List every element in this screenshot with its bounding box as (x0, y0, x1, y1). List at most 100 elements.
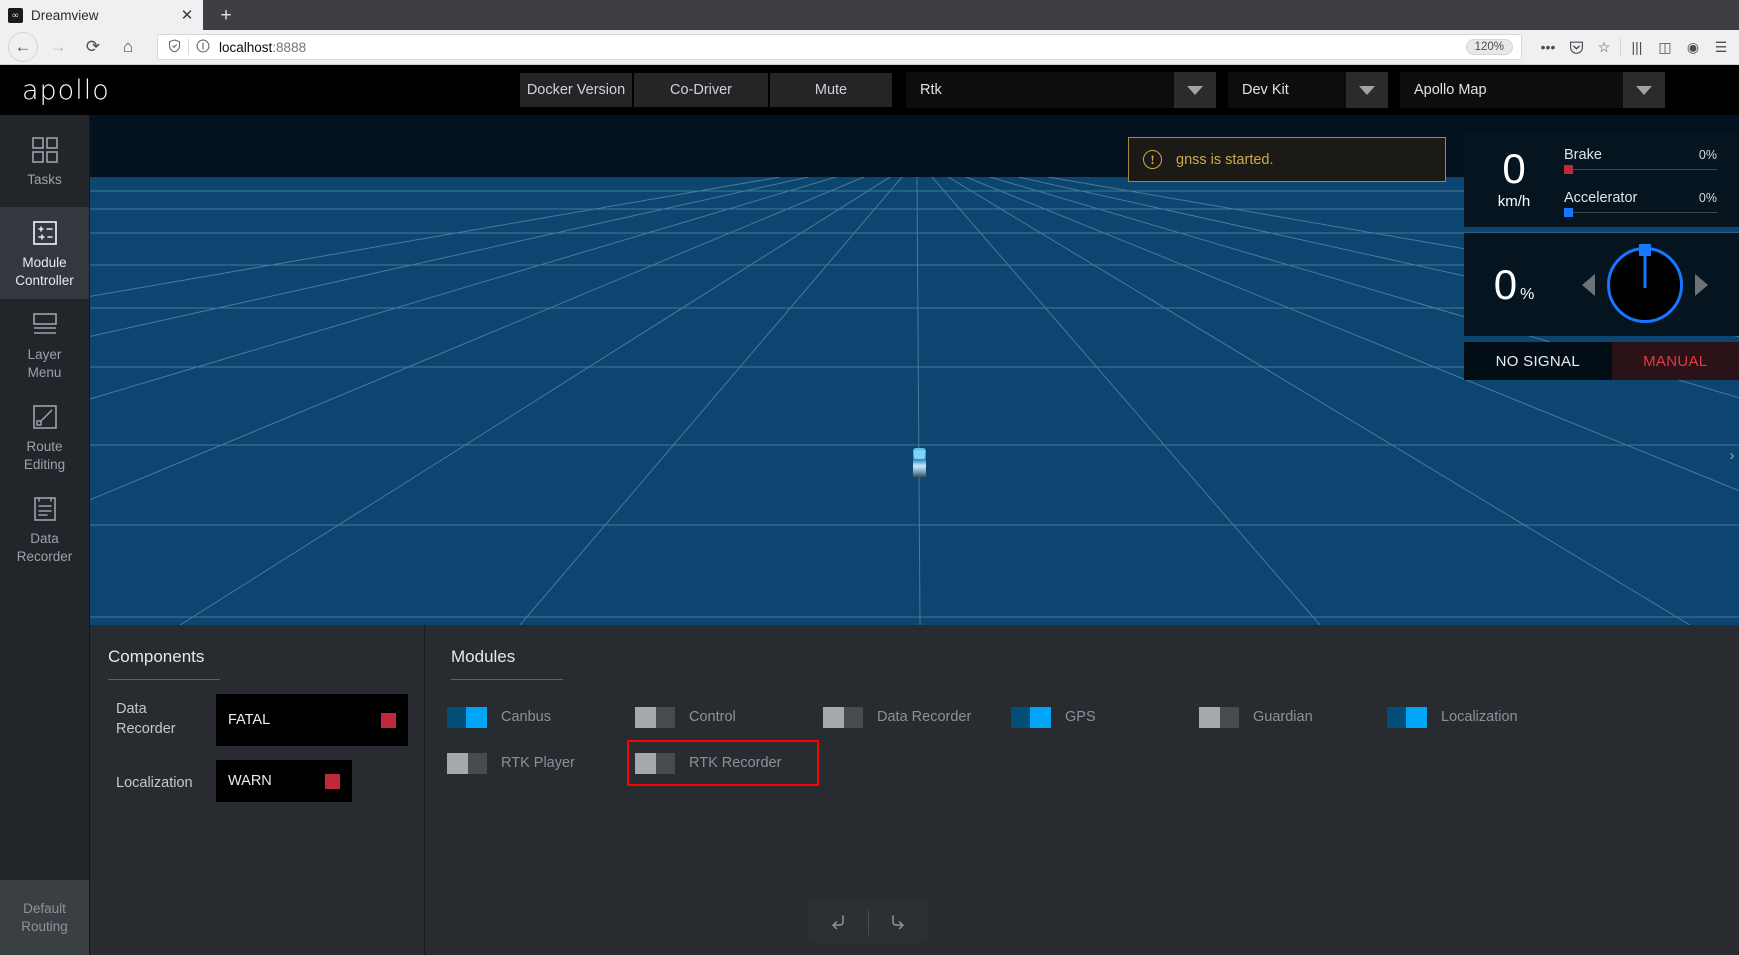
toggle-switch[interactable] (1387, 706, 1427, 728)
modules-panel: Modules Canbus Control Data Recorder GPS… (425, 625, 1739, 955)
sidebar-toggle-icon[interactable]: ◫ (1651, 33, 1679, 61)
zoom-level-badge[interactable]: 120% (1465, 39, 1513, 55)
apollo-header: apollo Docker Version Co-Driver Mute Rtk… (0, 65, 1739, 115)
sidebar-item-default-routing[interactable]: Default Routing (0, 880, 89, 955)
co-driver-button[interactable]: Co-Driver (634, 73, 768, 107)
sidebar-item-module-controller[interactable]: Module Controller (0, 207, 89, 299)
toggle-switch[interactable] (447, 706, 487, 728)
address-bar[interactable]: localhost:8888 120% (157, 34, 1522, 60)
hamburger-menu-icon[interactable]: ☰ (1707, 33, 1735, 61)
library-icon[interactable]: ||| (1623, 33, 1651, 61)
default-routing-label: Default (23, 901, 66, 917)
module-label: Data Recorder (877, 709, 972, 725)
map-select-value: Apollo Map (1414, 82, 1487, 98)
brake-knob (1564, 165, 1573, 174)
module-toggle-control[interactable]: Control (629, 696, 817, 738)
toggle-switch[interactable] (635, 752, 675, 774)
component-status-text: WARN (228, 773, 272, 789)
back-icon[interactable]: ← (8, 32, 38, 62)
module-toggle-guardian[interactable]: Guardian (1193, 696, 1381, 738)
speed-and-pedals-card: 0 km/h Brake 0% Accelerator 0% (1464, 133, 1739, 227)
mode-select[interactable]: Rtk (906, 72, 1216, 108)
new-tab-icon[interactable]: + (212, 3, 240, 28)
sidebar-item-label: Data (30, 531, 59, 547)
component-status: WARN (216, 760, 352, 802)
steering-wheel-area (1564, 243, 1739, 323)
chevron-down-icon[interactable] (1623, 72, 1665, 108)
module-toggle-data-recorder[interactable]: Data Recorder (817, 696, 1005, 738)
turn-right-arrow-icon (1694, 273, 1708, 296)
vehicle-select[interactable]: Dev Kit (1228, 72, 1388, 108)
vehicle-select-value: Dev Kit (1242, 82, 1289, 98)
sidebar-item-layer-menu[interactable]: Layer Menu (0, 299, 89, 391)
accelerator-track (1564, 208, 1717, 217)
module-toggle-rtk-player[interactable]: RTK Player (441, 742, 629, 784)
module-toggle-localization[interactable]: Localization (1381, 696, 1569, 738)
left-sidebar: Tasks Module Controller Layer Menu Route Ed… (0, 115, 90, 955)
mute-button[interactable]: Mute (770, 73, 892, 107)
tab-title: Dreamview (31, 7, 99, 23)
bottom-panels: Components Data Recorder FATAL Localizati… (90, 625, 1739, 955)
module-label: GPS (1065, 709, 1096, 725)
module-toggle-canbus[interactable]: Canbus (441, 696, 629, 738)
sidebar-item-route-editing[interactable]: Route Editing (0, 391, 89, 483)
clipboard-icon (29, 493, 61, 525)
warning-exclamation-icon: ! (1143, 150, 1162, 169)
module-label: Guardian (1253, 709, 1313, 725)
shield-icon (164, 38, 184, 56)
forward-icon[interactable]: → (43, 32, 73, 62)
toggle-knob (1030, 706, 1051, 728)
module-label: RTK Player (501, 755, 575, 771)
toggle-switch[interactable] (1011, 706, 1051, 728)
page-actions-icon[interactable]: ••• (1534, 33, 1562, 61)
sidebar-item-label: Layer (27, 347, 62, 363)
dashboard-collapse-toggle[interactable]: › (1725, 440, 1739, 470)
undo-arrow-icon[interactable] (808, 901, 868, 943)
notification-toast[interactable]: ! gnss is started. (1128, 137, 1446, 182)
browser-nav-bar: ← → ⟳ ⌂ localhost:8888 120% ••• ☆ ||| ◫ … (0, 30, 1739, 65)
toggle-switch[interactable] (447, 752, 487, 774)
turn-left-arrow-icon (1581, 273, 1595, 296)
sidebar-item-tasks[interactable]: Tasks (0, 115, 89, 207)
brake-meter: Brake 0% (1564, 147, 1717, 174)
module-controller-icon (29, 217, 61, 249)
toggle-switch[interactable] (1199, 706, 1239, 728)
module-label: Localization (1441, 709, 1518, 725)
default-routing-label-2: Routing (21, 918, 68, 934)
chevron-down-icon[interactable] (1346, 72, 1388, 108)
modules-title: Modules (451, 647, 516, 666)
steering-card: 0 % (1464, 233, 1739, 336)
modules-divider (451, 679, 563, 680)
home-icon[interactable]: ⌂ (113, 32, 143, 62)
accelerator-label: Accelerator (1564, 190, 1638, 206)
pocket-icon[interactable] (1562, 33, 1590, 61)
sidebar-item-label-2: Menu (27, 364, 62, 380)
module-toggle-rtk-recorder[interactable]: RTK Recorder (627, 740, 819, 786)
grid-icon (29, 134, 61, 166)
close-icon[interactable]: ✕ (179, 8, 195, 23)
undo-redo-controls (808, 901, 928, 943)
chevron-down-icon[interactable] (1174, 72, 1216, 108)
brake-track (1564, 165, 1717, 174)
brake-label: Brake (1564, 147, 1602, 163)
browser-tab[interactable]: ∞ Dreamview ✕ (0, 0, 203, 30)
redo-arrow-icon[interactable] (869, 901, 929, 943)
toggle-switch[interactable] (823, 706, 863, 728)
toggle-knob (447, 752, 468, 774)
map-select[interactable]: Apollo Map (1400, 72, 1665, 108)
module-toggle-gps[interactable]: GPS (1005, 696, 1193, 738)
docker-version-button[interactable]: Docker Version (520, 73, 632, 107)
drive-mode-badge: MANUAL (1611, 342, 1739, 380)
info-icon[interactable] (193, 38, 213, 57)
reload-icon[interactable]: ⟳ (78, 32, 108, 62)
status-indicator-dot (325, 773, 340, 789)
sidebar-item-data-recorder[interactable]: Data Recorder (0, 483, 89, 575)
brake-percent: 0% (1698, 148, 1717, 162)
component-row: Data Recorder FATAL (98, 694, 424, 746)
layers-icon (29, 309, 61, 341)
component-row: Localization WARN (98, 760, 424, 808)
bookmark-star-icon[interactable]: ☆ (1590, 33, 1618, 61)
toggle-switch[interactable] (635, 706, 675, 728)
account-icon[interactable]: ◉ (1679, 33, 1707, 61)
throttle-unit: % (1520, 285, 1535, 303)
